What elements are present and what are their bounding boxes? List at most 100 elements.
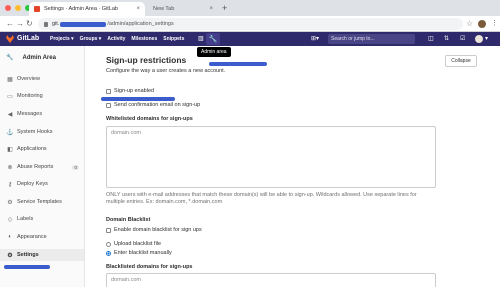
bookmark-star-icon[interactable]: ☆ (466, 19, 473, 29)
count-badge: 0 (72, 164, 79, 170)
send-confirmation-checkbox[interactable]: Send confirmation email on sign-up (106, 102, 200, 108)
tab-settings[interactable]: Settings · Admin Area · GitLab × (29, 2, 145, 16)
sidebar-item-label: Labels (17, 216, 34, 222)
sidebar-item-label: Abuse Reports (17, 164, 54, 170)
enter-blacklist-radio[interactable]: Enter blacklist manually (106, 250, 172, 256)
todos-icon[interactable]: ☑ (460, 35, 465, 43)
apps-icon: ◧ (7, 146, 13, 153)
wrench-icon: 🔧 (208, 36, 218, 43)
url-host: git. (52, 21, 60, 27)
sidebar-item-messages[interactable]: ◀ Messages (0, 108, 84, 120)
radio-label: Upload blacklist file (114, 241, 162, 247)
sidebar-item-label: Messages (17, 111, 43, 117)
issues-icon[interactable]: ◫ (428, 35, 434, 43)
url-input[interactable]: git. /admin/application_settings (38, 18, 463, 30)
gitlab-logo-icon[interactable] (6, 35, 14, 43)
main-content: Sign-up restrictions Collapse Configure … (85, 46, 500, 287)
top-nav: Projects ▾ Groups ▾ Activity Milestones … (50, 36, 184, 42)
close-window-icon[interactable] (5, 5, 11, 11)
sidebar-item-overview[interactable]: ▦ Overview (0, 73, 84, 85)
user-avatar[interactable] (475, 35, 483, 43)
chevron-down-icon[interactable]: ▾ (485, 35, 488, 43)
checkbox-label: Enable domain blacklist for sign ups (114, 227, 202, 233)
megaphone-icon: ◀ (7, 111, 13, 118)
sidebar-item-labels[interactable]: ◇ Labels (0, 213, 84, 225)
radio-button[interactable] (106, 241, 111, 247)
url-path: /admin/application_settings (107, 21, 174, 27)
sidebar-item-monitoring[interactable]: ▭ Monitoring (0, 90, 84, 102)
sidebar-item-service-templates[interactable]: ⚙ Service Templates (0, 196, 84, 208)
sidebar-item-label: Settings (17, 252, 39, 258)
address-bar-row: ← → ↻ git. /admin/application_settings ☆… (0, 16, 500, 32)
nav-snippets[interactable]: Snippets (163, 36, 184, 42)
key-icon: ⚷ (7, 181, 13, 188)
close-tab-icon[interactable]: × (136, 6, 140, 12)
forward-icon[interactable]: → (16, 18, 24, 29)
checkbox-label: Send confirmation email on sign-up (114, 102, 201, 108)
alert-icon: ⊗ (7, 164, 13, 171)
plus-dropdown-icon[interactable]: ⊞▾ (311, 35, 319, 43)
sidebar-item-label: Applications (17, 146, 47, 152)
gear-icon: ⚙ (7, 252, 13, 259)
gitlab-navbar: GitLab Projects ▾ Groups ▾ Activity Mile… (0, 32, 500, 46)
checkbox-box[interactable] (106, 102, 111, 108)
upload-blacklist-radio[interactable]: Upload blacklist file (106, 241, 161, 247)
admin-area-tooltip: Admin area (197, 47, 231, 57)
palette-icon: ◐ (8, 234, 12, 240)
radio-label: Enter blacklist manually (114, 250, 172, 256)
browser-tab-bar: Settings · Admin Area · GitLab × New Tab… (0, 0, 500, 16)
section-description: Configure the way a user creates a new a… (106, 68, 226, 74)
nav-projects[interactable]: Projects ▾ (50, 36, 74, 42)
sidebar-item-settings[interactable]: ⚙ Settings (0, 249, 84, 261)
sidebar-item-label: System Hooks (17, 129, 53, 135)
enable-blacklist-checkbox[interactable]: Enable domain blacklist for sign ups (106, 227, 202, 233)
radio-button-selected[interactable] (106, 250, 111, 256)
collapse-button[interactable]: Collapse (445, 55, 477, 67)
brand-name[interactable]: GitLab (17, 35, 39, 43)
new-tab-button[interactable]: + (222, 3, 227, 13)
sidebar-item-abuse-reports[interactable]: ⊗ Abuse Reports 0 (0, 161, 84, 173)
admin-sidebar: 🔧 Admin Area ▦ Overview ▭ Monitoring ◀ Mess… (0, 46, 85, 287)
tab-title: Settings · Admin Area · GitLab (44, 6, 118, 12)
wrench-icon: 🔧 (6, 55, 14, 61)
checkbox-box[interactable] (106, 227, 111, 233)
sidebar-header[interactable]: 🔧 Admin Area (6, 54, 56, 62)
browser-menu-icon[interactable]: ⋮ (491, 19, 498, 29)
close-tab-icon[interactable]: × (209, 6, 213, 12)
monitor-icon: ▭ (7, 93, 13, 100)
hook-icon: ⚓ (6, 129, 14, 136)
minimize-window-icon[interactable] (15, 5, 21, 11)
sidebar-item-appearance[interactable]: ◐ Appearance (0, 231, 84, 243)
nav-activity[interactable]: Activity (107, 36, 125, 42)
search-input[interactable]: Search or jump to... (328, 34, 415, 44)
back-icon[interactable]: ← (6, 18, 14, 29)
redacted-annotation (209, 62, 267, 66)
domain-blacklist-label: Domain Blacklist (106, 217, 151, 223)
checkbox-box[interactable] (106, 88, 111, 94)
tab-new-tab[interactable]: New Tab × (148, 2, 218, 16)
sidebar-item-label: Deploy Keys (17, 181, 48, 187)
whitelist-textarea[interactable]: domain.com (106, 126, 436, 188)
label-icon: ◇ (7, 216, 13, 223)
nav-milestones[interactable]: Milestones (131, 36, 157, 42)
sidebar-item-deploy-keys[interactable]: ⚷ Deploy Keys (0, 178, 84, 190)
section-title: Sign-up restrictions (106, 55, 187, 65)
profile-avatar[interactable] (478, 20, 486, 28)
blacklist-textarea[interactable]: domain.com (106, 273, 436, 287)
grid-icon: ▦ (7, 76, 13, 83)
reload-icon[interactable]: ↻ (26, 18, 33, 29)
gitlab-favicon-icon (34, 6, 40, 12)
blacklisted-domains-label: Blacklisted domains for sign-ups (106, 264, 193, 270)
admin-area-button[interactable]: 🔧 (206, 33, 220, 45)
merge-requests-icon[interactable]: ⇅ (444, 35, 449, 43)
sidebar-item-label: Appearance (17, 234, 47, 240)
sidebar-title: Admin Area (22, 54, 56, 61)
nav-groups[interactable]: Groups ▾ (80, 36, 102, 42)
signup-enabled-checkbox[interactable]: Sign-up enabled (106, 88, 154, 94)
window-controls (5, 5, 31, 11)
sidebar-item-label: Service Templates (17, 199, 62, 205)
sidebar-item-system-hooks[interactable]: ⚓ System Hooks (0, 126, 84, 138)
lock-icon (44, 21, 48, 27)
sidebar-item-applications[interactable]: ◧ Applications (0, 143, 84, 155)
chart-icon[interactable]: ▥ (198, 35, 204, 43)
